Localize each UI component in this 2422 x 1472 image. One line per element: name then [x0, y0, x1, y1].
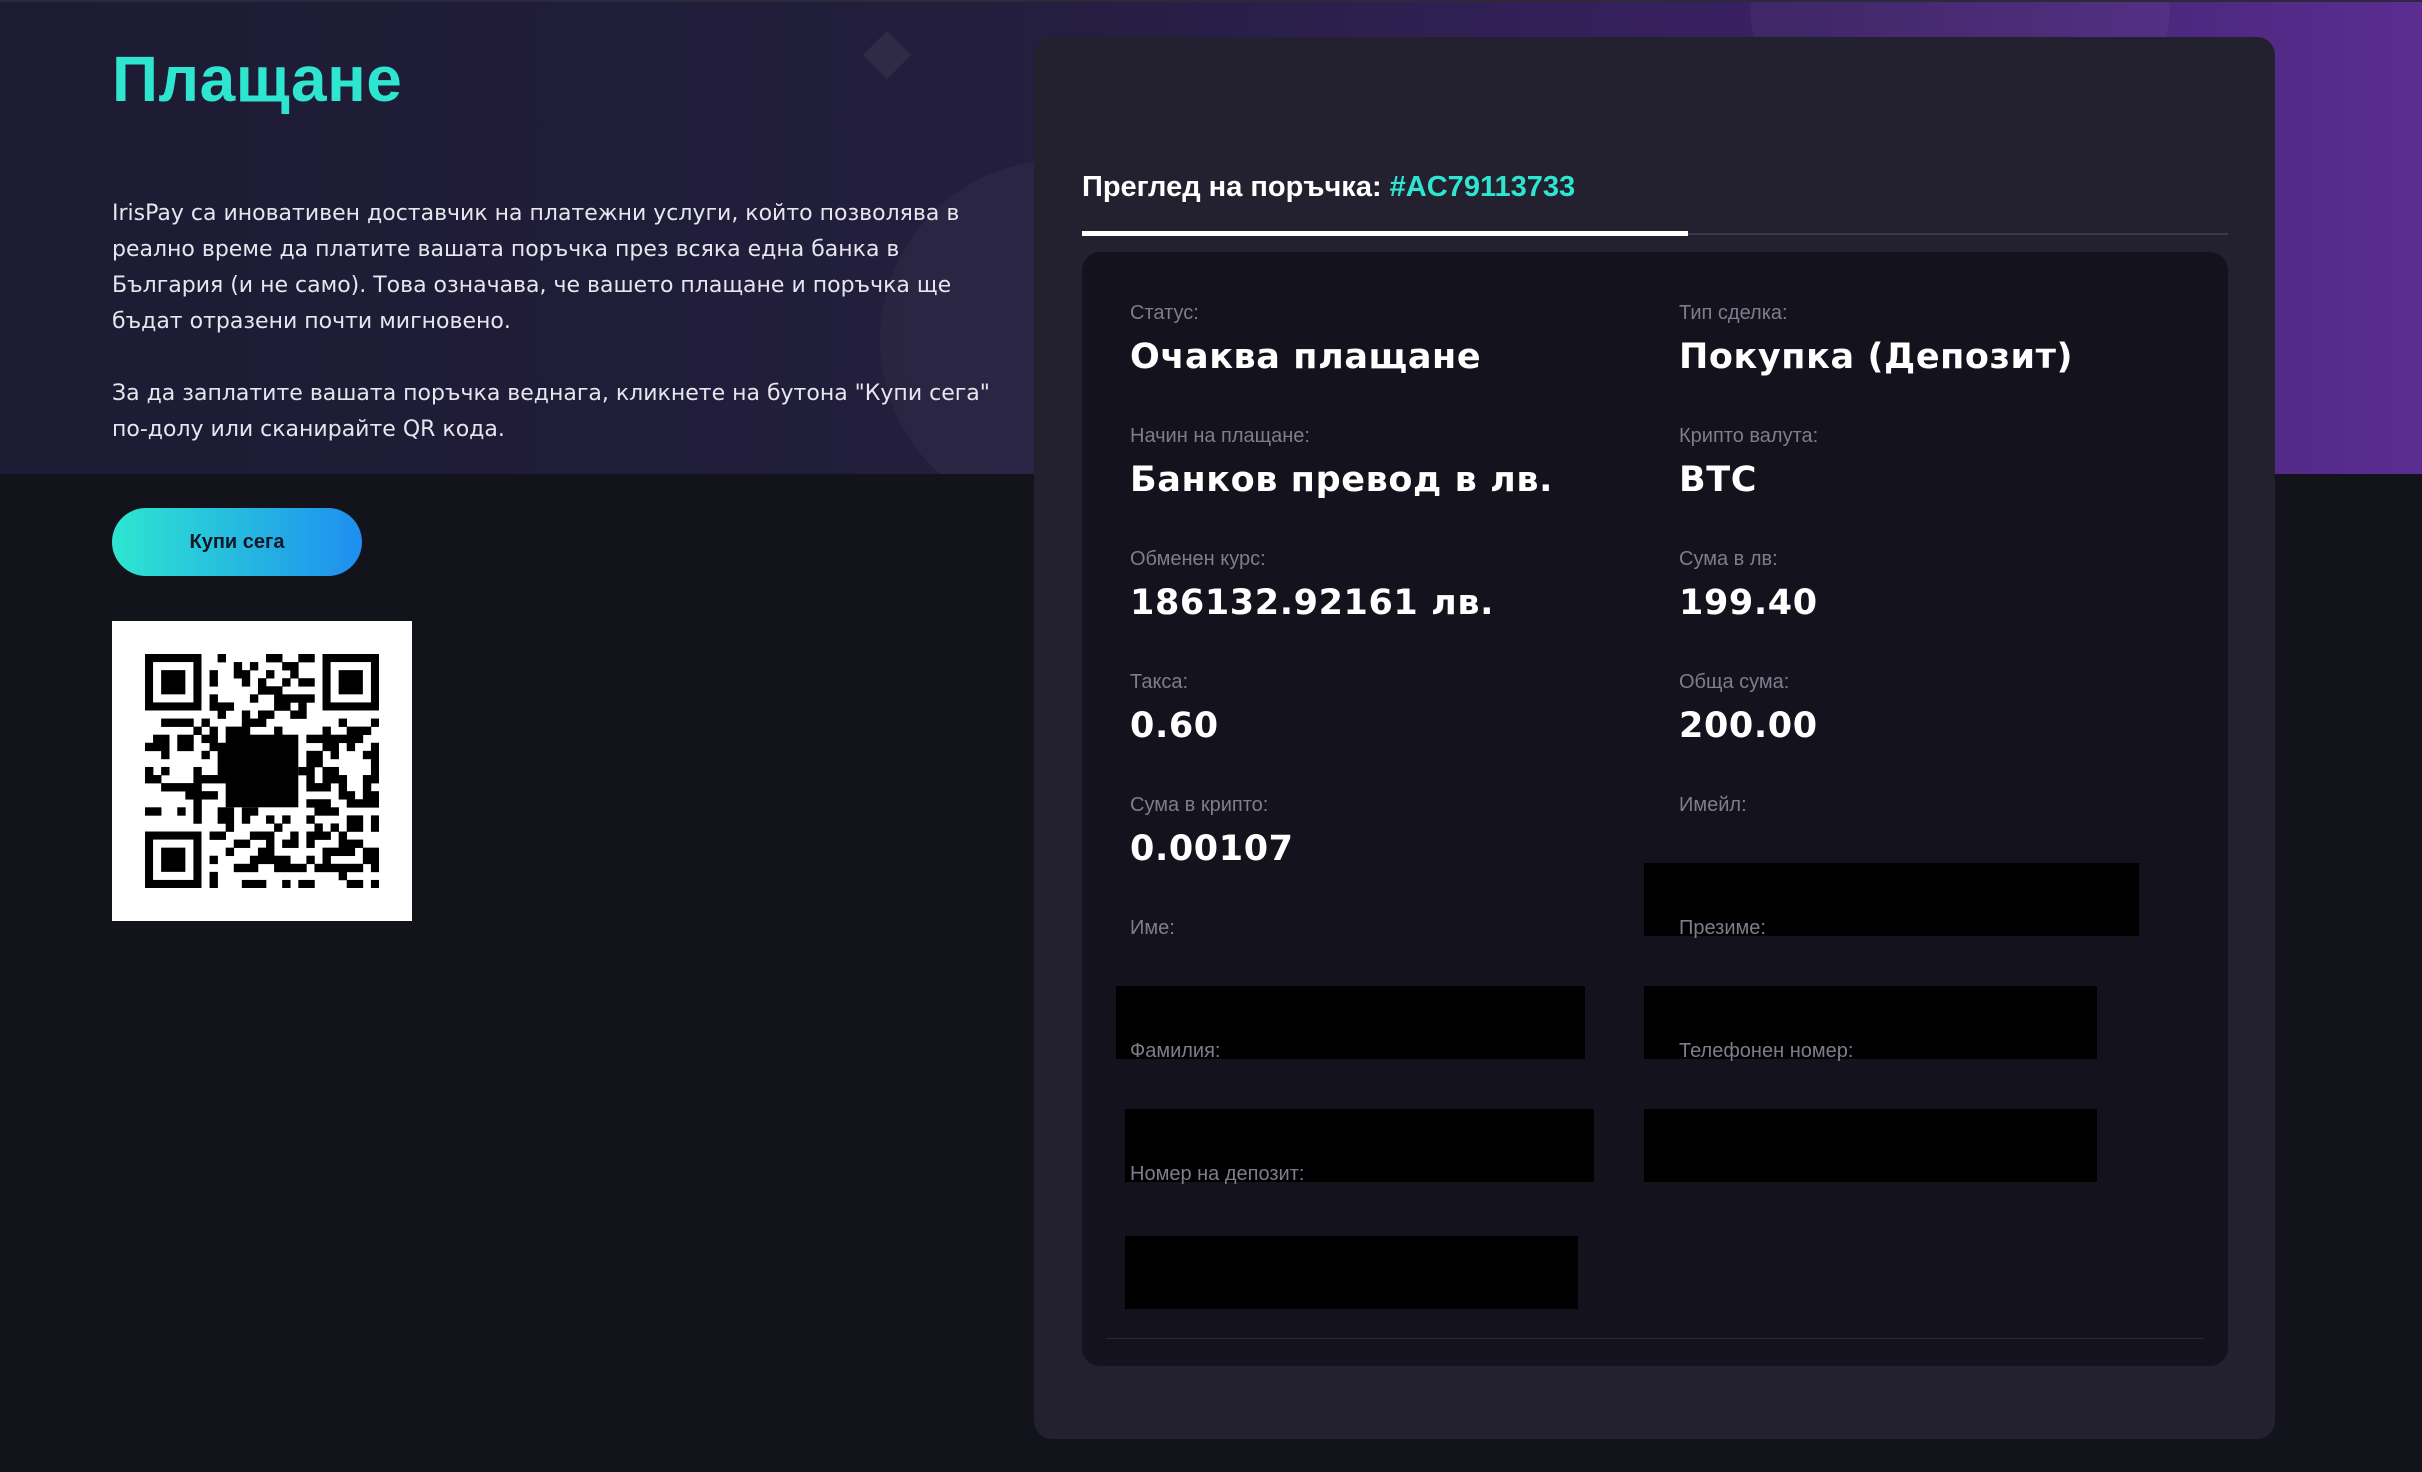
tab-order-review-label: Преглед на поръчка:: [1082, 171, 1382, 203]
field-payment-method-value: Банков превод в лв.: [1130, 460, 1554, 500]
field-first-name: Име:: [1130, 917, 1175, 940]
description-paragraph-2: За да заплатите вашата поръчка веднага, …: [112, 381, 990, 442]
field-first-name-label: Име:: [1130, 917, 1175, 939]
field-crypto: Крипто валута: BTC: [1679, 425, 1818, 500]
field-email: Имейл:: [1679, 794, 1747, 817]
field-crypto-label: Крипто валута:: [1679, 425, 1819, 447]
field-phone-label: Телефонен номер:: [1679, 1040, 1854, 1062]
description-paragraph-1: IrisPay са иновативен доставчик на плате…: [112, 201, 960, 334]
decor-diamond: [862, 30, 912, 80]
page-title: Плащане: [112, 43, 403, 115]
field-total: Обща сума: 200.00: [1679, 671, 1818, 746]
field-email-label: Имейл:: [1679, 794, 1747, 816]
order-tabs: Преглед на поръчка: #AC79113733: [1082, 137, 2228, 241]
field-fee: Такса: 0.60: [1130, 671, 1219, 746]
field-status: Статус: Очаква плащане: [1130, 302, 1481, 377]
field-deposit-number: Номер на депозит:: [1130, 1163, 1304, 1186]
field-last-name: Фамилия:: [1130, 1040, 1220, 1063]
field-fee-value: 0.60: [1130, 706, 1219, 746]
order-details: Статус: Очаква плащане Тип сделка: Покуп…: [1082, 252, 2228, 1366]
field-crypto-amount-label: Сума в крипто:: [1130, 794, 1269, 816]
field-crypto-amount: Сума в крипто: 0.00107: [1130, 794, 1294, 869]
field-total-label: Обща сума:: [1679, 671, 1790, 693]
field-last-name-label: Фамилия:: [1130, 1040, 1221, 1062]
field-rate: Обменен курс: 186132.92161 лв.: [1130, 548, 1494, 623]
order-id: #AC79113733: [1389, 171, 1576, 203]
field-status-label: Статус:: [1130, 302, 1199, 324]
field-fee-label: Такса:: [1130, 671, 1189, 693]
field-amount-bgn-label: Сума в лв:: [1679, 548, 1778, 570]
qr-code-icon: [145, 654, 379, 888]
order-card: Преглед на поръчка: #AC79113733 Статус: …: [1034, 37, 2275, 1439]
field-total-value: 200.00: [1679, 706, 1818, 746]
details-divider: [1106, 1338, 2204, 1339]
tab-underline-active: [1082, 231, 1688, 236]
field-rate-label: Обменен курс:: [1130, 548, 1266, 570]
buy-now-button[interactable]: Купи сега: [112, 508, 362, 576]
field-phone-value-redacted: [1644, 1109, 2097, 1182]
field-deposit-number-value-redacted: [1125, 1236, 1578, 1309]
field-rate-value: 186132.92161 лв.: [1130, 583, 1495, 623]
field-middle-name-label: Презиме:: [1679, 917, 1766, 939]
tab-order-review[interactable]: Преглед на поръчка: #AC79113733: [1082, 171, 1575, 204]
field-middle-name: Презиме:: [1679, 917, 1766, 940]
field-deal-type: Тип сделка: Покупка (Депозит): [1679, 302, 2073, 377]
field-status-value: Очаква плащане: [1130, 337, 1482, 377]
qr-code[interactable]: [112, 621, 412, 921]
field-payment-method: Начин на плащане: Банков превод в лв.: [1130, 425, 1553, 500]
field-crypto-amount-value: 0.00107: [1130, 829, 1294, 869]
field-payment-method-label: Начин на плащане:: [1130, 425, 1310, 447]
field-deal-type-label: Тип сделка:: [1679, 302, 1788, 324]
field-deal-type-value: Покупка (Депозит): [1679, 337, 2074, 377]
field-amount-bgn: Сума в лв: 199.40: [1679, 548, 1818, 623]
field-deposit-number-label: Номер на депозит:: [1130, 1163, 1305, 1185]
field-amount-bgn-value: 199.40: [1679, 583, 1818, 623]
field-phone: Телефонен номер:: [1679, 1040, 1853, 1063]
top-border: [0, 0, 2422, 2]
field-crypto-value: BTC: [1679, 460, 1758, 500]
